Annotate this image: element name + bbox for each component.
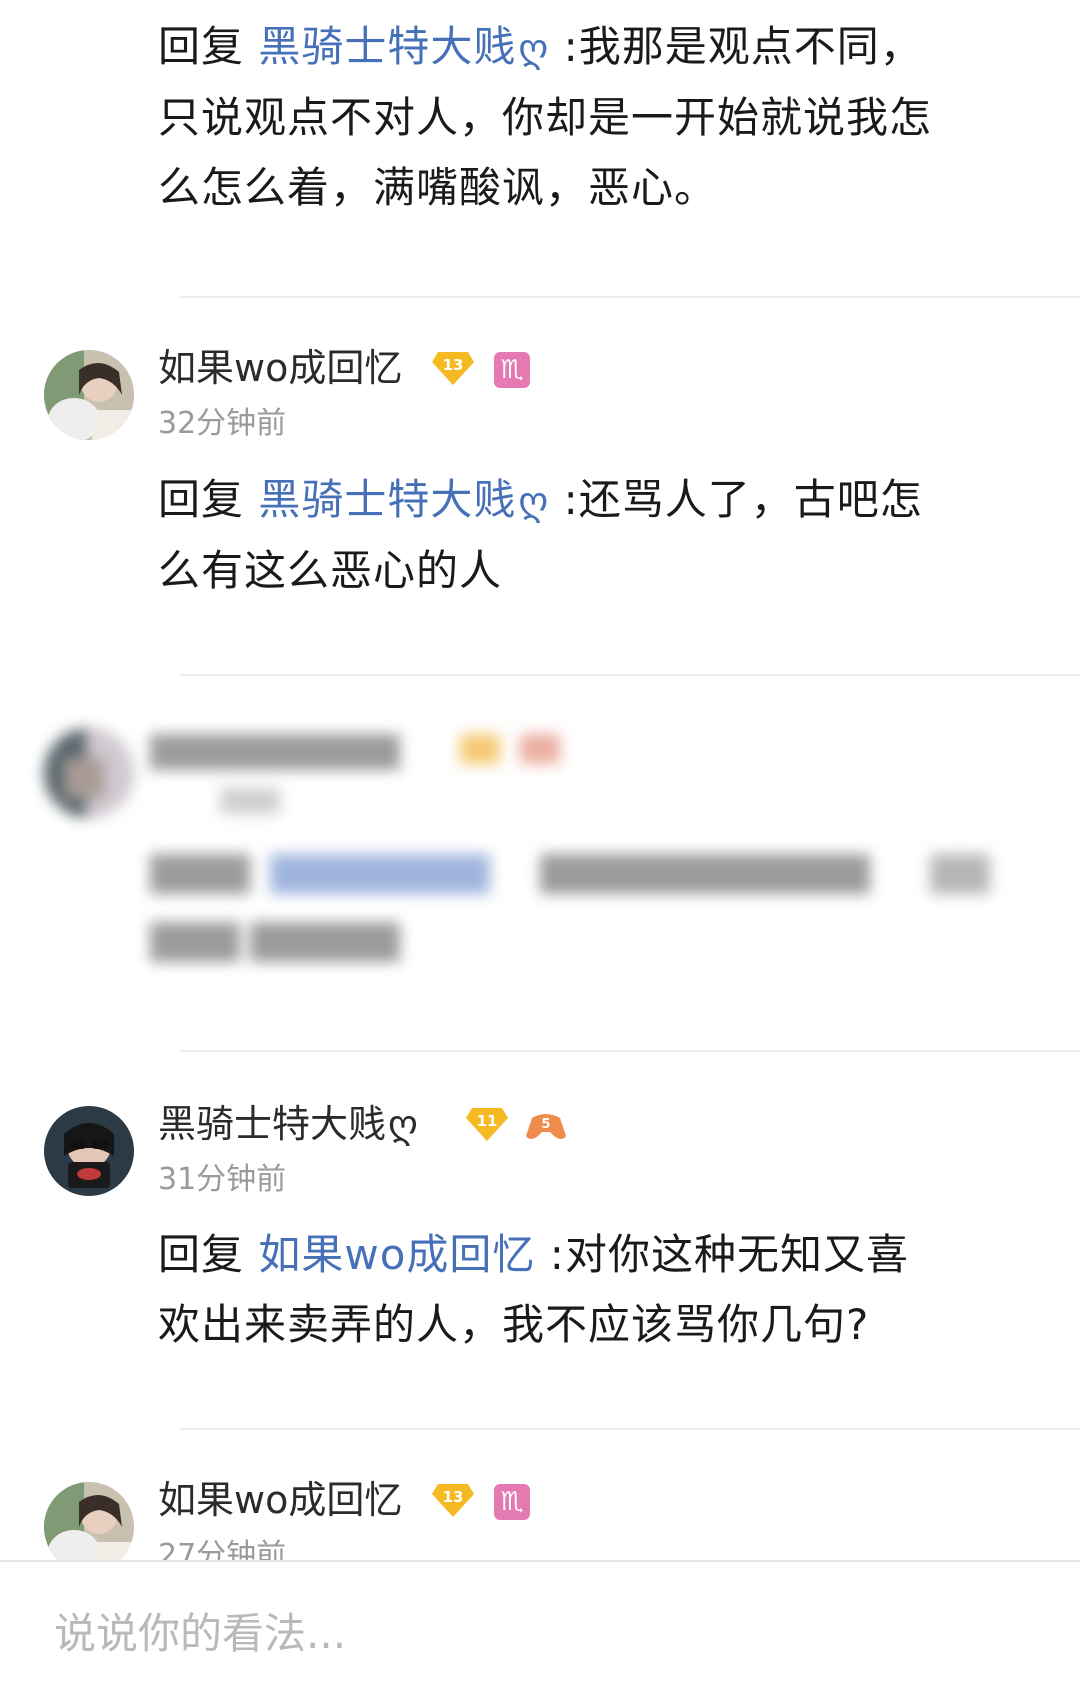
comment-text: 回复 黑骑士特大贱ღ :还骂人了，古吧怎 么有这么恶心的人 [158, 475, 923, 595]
divider [180, 1050, 1080, 1052]
comment-text: 回复 黑骑士特大贱ღ :我那是观点不同， 只说观点不对人，你却是一开始就说我怎 … [158, 22, 933, 212]
comment-input[interactable] [52, 1600, 1040, 1666]
level-badge-icon: 11 [466, 1108, 508, 1141]
hand-icon: ღ [518, 26, 550, 70]
divider [180, 674, 1080, 676]
hand-icon: ღ [388, 1102, 418, 1146]
mention-link[interactable]: 如果wo成回忆 [258, 1230, 535, 1279]
level-badge-icon: 13 [432, 352, 474, 385]
reply-prefix: 回复 [158, 475, 245, 524]
avatar[interactable] [44, 350, 134, 440]
comment-header: 如果wo成回忆 13 ♏ 32分钟前 [0, 346, 1080, 460]
svg-text:5: 5 [541, 1117, 550, 1132]
divider [180, 296, 1080, 298]
comment-header: 黑骑士特大贱ღ 11 5 31分钟前 [0, 1102, 1080, 1216]
username[interactable]: 黑骑士特大贱ღ [158, 1098, 418, 1150]
timestamp: 27分钟前 [158, 1538, 287, 1560]
comment-header: 如果wo成回忆 13 ♏ 27分钟前 [0, 1478, 1080, 1560]
timestamp: 31分钟前 [158, 1162, 287, 1197]
reply-prefix: 回复 [158, 22, 245, 71]
level-badge-icon: 13 [432, 1484, 474, 1517]
censored-comment-header [0, 728, 1080, 838]
reply-prefix: 回复 [158, 1230, 245, 1279]
username[interactable]: 如果wo成回忆 [158, 1474, 402, 1526]
hand-icon: ღ [518, 479, 550, 523]
comment-text: 回复 如果wo成回忆 :对你这种无知又喜 欢出来卖弄的人，我不应该骂你几句? [158, 1230, 909, 1349]
svg-text:13: 13 [443, 356, 464, 374]
scorpio-icon: ♏ [494, 352, 530, 388]
gamepad-badge-icon: 5 [526, 1114, 566, 1139]
svg-text:11: 11 [477, 1112, 498, 1130]
avatar[interactable] [44, 1482, 134, 1560]
svg-text:13: 13 [443, 1488, 464, 1506]
avatar[interactable] [44, 1106, 134, 1196]
comment-thread: 回复 黑骑士特大贱ღ :我那是观点不同， 只说观点不对人，你却是一开始就说我怎 … [0, 0, 1080, 1560]
username[interactable]: 如果wo成回忆 [158, 342, 402, 394]
censored-comment-text [0, 840, 1080, 980]
divider [180, 1428, 1080, 1430]
mention-link[interactable]: 黑骑士特大贱ღ [258, 22, 549, 71]
mention-link[interactable]: 黑骑士特大贱ღ [258, 475, 549, 524]
avatar [44, 728, 134, 818]
comment-input-bar [0, 1560, 1080, 1697]
scorpio-icon: ♏ [494, 1484, 530, 1520]
timestamp: 32分钟前 [158, 406, 287, 441]
